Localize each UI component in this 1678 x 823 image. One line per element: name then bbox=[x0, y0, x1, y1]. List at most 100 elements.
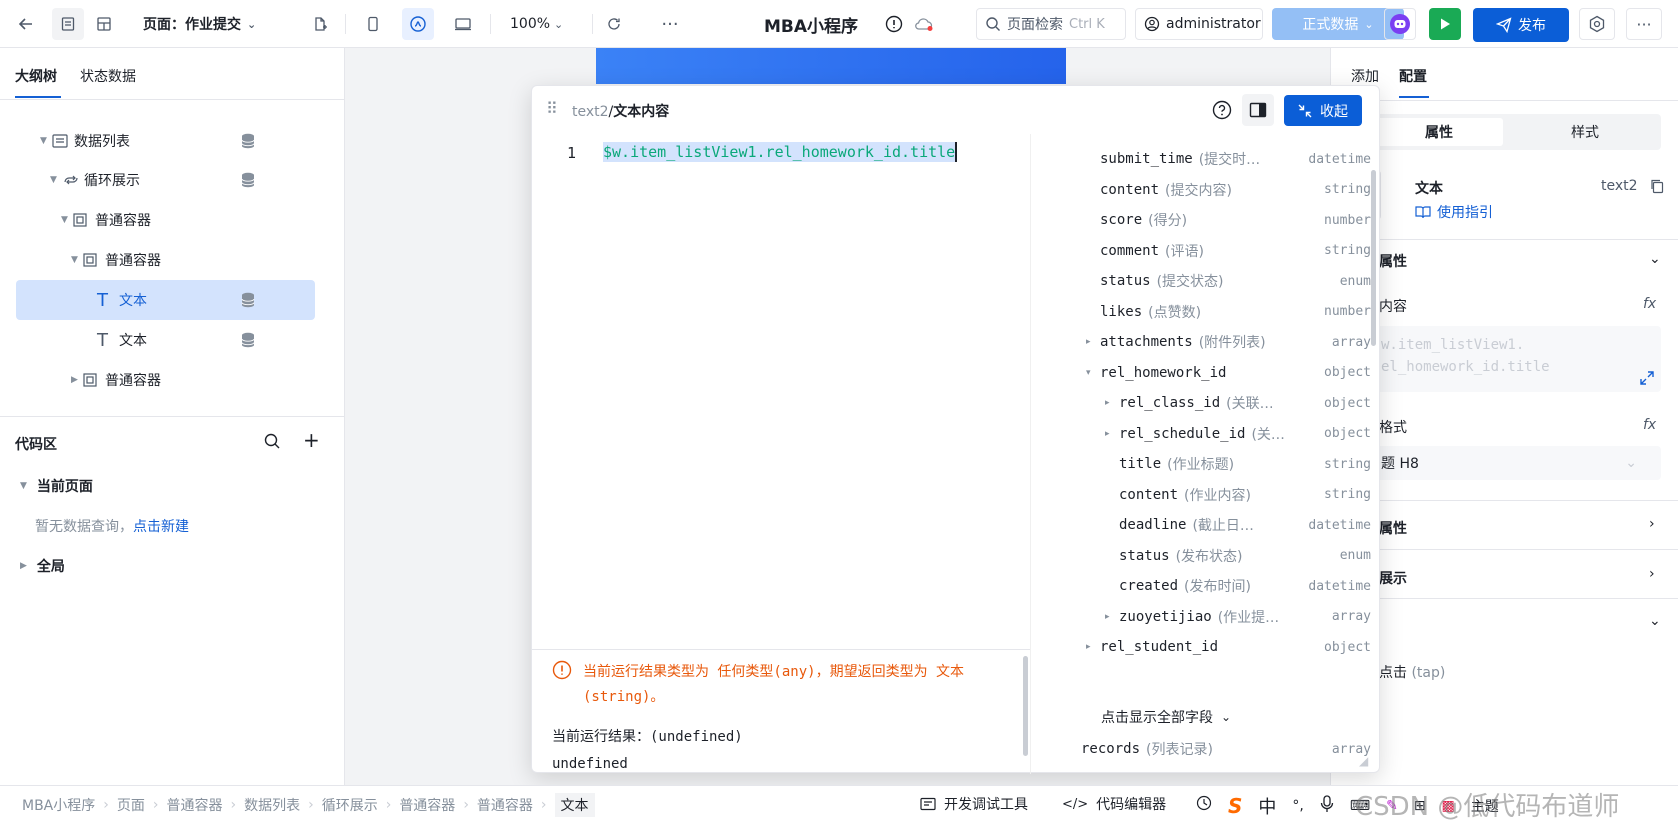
page-list-button[interactable] bbox=[52, 8, 84, 40]
drag-handle-icon[interactable]: ⠿ bbox=[546, 99, 558, 118]
fx-button[interactable]: fx bbox=[1643, 296, 1656, 312]
code-expression[interactable]: $w.item_listView1.rel_homework_id.title bbox=[603, 142, 958, 162]
history-icon[interactable] bbox=[1196, 795, 1212, 815]
section-advanced-props[interactable]: 属性 bbox=[1379, 518, 1407, 538]
expand-icon[interactable] bbox=[1639, 370, 1655, 390]
code-search-button[interactable] bbox=[263, 432, 281, 454]
field-row[interactable]: score (得分) number bbox=[1086, 205, 1371, 235]
field-name: comment bbox=[1100, 242, 1160, 259]
field-row[interactable]: title (作业标题) string bbox=[1105, 449, 1371, 479]
content-expression-field[interactable]: w.item_listView1. el_homework_id.title bbox=[1371, 326, 1661, 392]
page-search-input[interactable]: 页面检索 Ctrl K bbox=[976, 8, 1126, 40]
section-display[interactable]: 展示 bbox=[1379, 568, 1407, 588]
usage-guide-link[interactable]: 使用指引 bbox=[1415, 202, 1493, 222]
breadcrumb-item[interactable]: 页面 bbox=[117, 795, 145, 815]
field-row[interactable]: ▸ rel_student_id object bbox=[1086, 632, 1371, 662]
layout-button[interactable] bbox=[88, 8, 120, 40]
miniprogram-view-button[interactable] bbox=[402, 0, 434, 48]
tab-config[interactable]: 配置 bbox=[1399, 66, 1427, 86]
preview-run-button[interactable] bbox=[1429, 8, 1461, 40]
tree-node-data-list[interactable]: ▼ 数据列表 bbox=[16, 121, 315, 161]
subtab-styles[interactable]: 样式 bbox=[1521, 118, 1649, 146]
show-all-fields-button[interactable]: 点击显示全部字段 ⌄ bbox=[1101, 707, 1231, 727]
caret-right-icon[interactable]: ▸ bbox=[1105, 612, 1119, 622]
create-query-link[interactable]: 点击新建 bbox=[133, 519, 189, 535]
app-settings-button[interactable] bbox=[1579, 8, 1615, 40]
tree-node-container[interactable]: ▶ 普通容器 bbox=[16, 360, 315, 400]
global-section[interactable]: ▶ 全局 bbox=[20, 556, 65, 576]
field-row[interactable]: status (提交状态) enum bbox=[1086, 266, 1371, 296]
chevron-right-icon[interactable]: › bbox=[1649, 516, 1655, 532]
chevron-down-icon[interactable]: ⌄ bbox=[1649, 251, 1661, 267]
tree-node-text-selected[interactable]: T 文本 bbox=[16, 280, 315, 320]
field-row[interactable]: ▾ rel_homework_id object bbox=[1086, 358, 1371, 388]
subtab-properties[interactable]: 属性 bbox=[1375, 118, 1503, 146]
field-row[interactable]: status (发布状态) enum bbox=[1105, 541, 1371, 571]
field-row[interactable]: ▸ attachments (附件列表) array bbox=[1086, 327, 1371, 357]
more-options-button[interactable]: ··· bbox=[1626, 8, 1662, 40]
toggle-sidebar-button[interactable] bbox=[1242, 94, 1274, 126]
caret-right-icon[interactable]: ▸ bbox=[1105, 429, 1119, 439]
field-row[interactable]: ▸ rel_class_id (关联… object bbox=[1105, 388, 1371, 418]
tab-state-data[interactable]: 状态数据 bbox=[80, 66, 136, 86]
fx-button[interactable]: fx bbox=[1643, 417, 1656, 433]
section-basic-props[interactable]: 属性 bbox=[1379, 251, 1407, 271]
caret-down-icon[interactable]: ▾ bbox=[1086, 368, 1100, 378]
tree-node-container[interactable]: ▼ 普通容器 bbox=[16, 240, 315, 280]
tab-add[interactable]: 添加 bbox=[1351, 66, 1379, 86]
field-row[interactable]: submit_time (提交时… datetime bbox=[1086, 144, 1371, 174]
refresh-button[interactable] bbox=[598, 0, 630, 48]
breadcrumb-item[interactable]: 普通容器 bbox=[477, 795, 533, 815]
resize-handle-icon[interactable]: ◢ bbox=[1359, 754, 1368, 768]
add-code-button[interactable]: + bbox=[303, 428, 320, 452]
cloud-sync-status[interactable] bbox=[908, 0, 940, 48]
field-row[interactable]: likes (点赞数) number bbox=[1086, 297, 1371, 327]
tree-node-text[interactable]: T 文本 bbox=[16, 320, 315, 360]
publish-button[interactable]: 发布 bbox=[1473, 8, 1569, 42]
field-row[interactable]: content (作业内容) string bbox=[1105, 480, 1371, 510]
copy-icon[interactable] bbox=[1649, 178, 1665, 198]
help-icon[interactable] bbox=[1212, 100, 1232, 124]
tree-node-container[interactable]: ▼ 普通容器 bbox=[16, 200, 315, 240]
breadcrumb-item[interactable]: 普通容器 bbox=[166, 795, 222, 815]
add-page-button[interactable] bbox=[304, 0, 336, 48]
field-row-records[interactable]: records (列表记录) array bbox=[1081, 734, 1371, 764]
caret-right-icon[interactable]: ▸ bbox=[1086, 337, 1100, 347]
desktop-view-button[interactable] bbox=[447, 0, 479, 48]
result-scrollbar[interactable] bbox=[1023, 656, 1028, 756]
field-row[interactable]: ▸ rel_schedule_id (关… object bbox=[1105, 419, 1371, 449]
chevron-right-icon[interactable]: › bbox=[1649, 566, 1655, 582]
ai-assistant-button[interactable] bbox=[1384, 8, 1416, 40]
breadcrumb-item[interactable]: MBA小程序 bbox=[22, 795, 95, 815]
current-page-section[interactable]: ▼ 当前页面 bbox=[20, 476, 93, 496]
info-button[interactable] bbox=[878, 0, 910, 48]
format-select[interactable]: 题 H8 ⌄ bbox=[1371, 446, 1661, 480]
field-row[interactable]: created (发布时间) datetime bbox=[1105, 571, 1371, 601]
chevron-down-icon[interactable]: ⌄ bbox=[1649, 613, 1661, 629]
breadcrumb-item[interactable]: 循环展示 bbox=[322, 795, 378, 815]
breadcrumb-item[interactable]: 数据列表 bbox=[244, 795, 300, 815]
devtools-button[interactable]: 开发调试工具 bbox=[920, 794, 1028, 814]
collapse-button[interactable]: 收起 bbox=[1284, 95, 1362, 126]
tab-outline-tree[interactable]: 大纲树 bbox=[15, 66, 57, 86]
field-row[interactable]: deadline (截止日… datetime bbox=[1105, 510, 1371, 540]
user-menu[interactable]: administrator bbox=[1135, 8, 1263, 40]
breadcrumb-item[interactable]: 普通容器 bbox=[399, 795, 455, 815]
field-row[interactable]: comment (评语) string bbox=[1086, 236, 1371, 266]
field-list-scrollbar[interactable] bbox=[1371, 170, 1376, 346]
event-tap[interactable]: 点击 (tap) bbox=[1379, 662, 1445, 682]
back-button[interactable] bbox=[10, 0, 42, 48]
zoom-selector[interactable]: 100% ⌄ bbox=[510, 0, 563, 48]
mobile-view-button[interactable] bbox=[357, 0, 389, 48]
field-row[interactable]: ▸ zuoyetijiao (作业提… array bbox=[1105, 602, 1371, 632]
page-selector[interactable]: 页面：作业提交 ⌄ bbox=[143, 0, 256, 48]
field-list-panel[interactable]: ········ submit_time (提交时… datetime content… bbox=[1030, 134, 1381, 774]
field-row[interactable]: content (提交内容) string bbox=[1086, 175, 1371, 205]
tree-node-loop[interactable]: ▼ 循环展示 bbox=[16, 160, 315, 200]
breadcrumb-item[interactable]: 文本 bbox=[554, 793, 595, 817]
caret-right-icon[interactable]: ▸ bbox=[1105, 398, 1119, 408]
caret-right-icon[interactable]: ▸ bbox=[1086, 642, 1100, 652]
code-editor-button[interactable]: </> 代码编辑器 bbox=[1062, 794, 1166, 814]
code-editor[interactable]: 1 $w.item_listView1.rel_homework_id.titl… bbox=[532, 134, 1030, 734]
more-button[interactable]: ··· bbox=[654, 0, 686, 48]
